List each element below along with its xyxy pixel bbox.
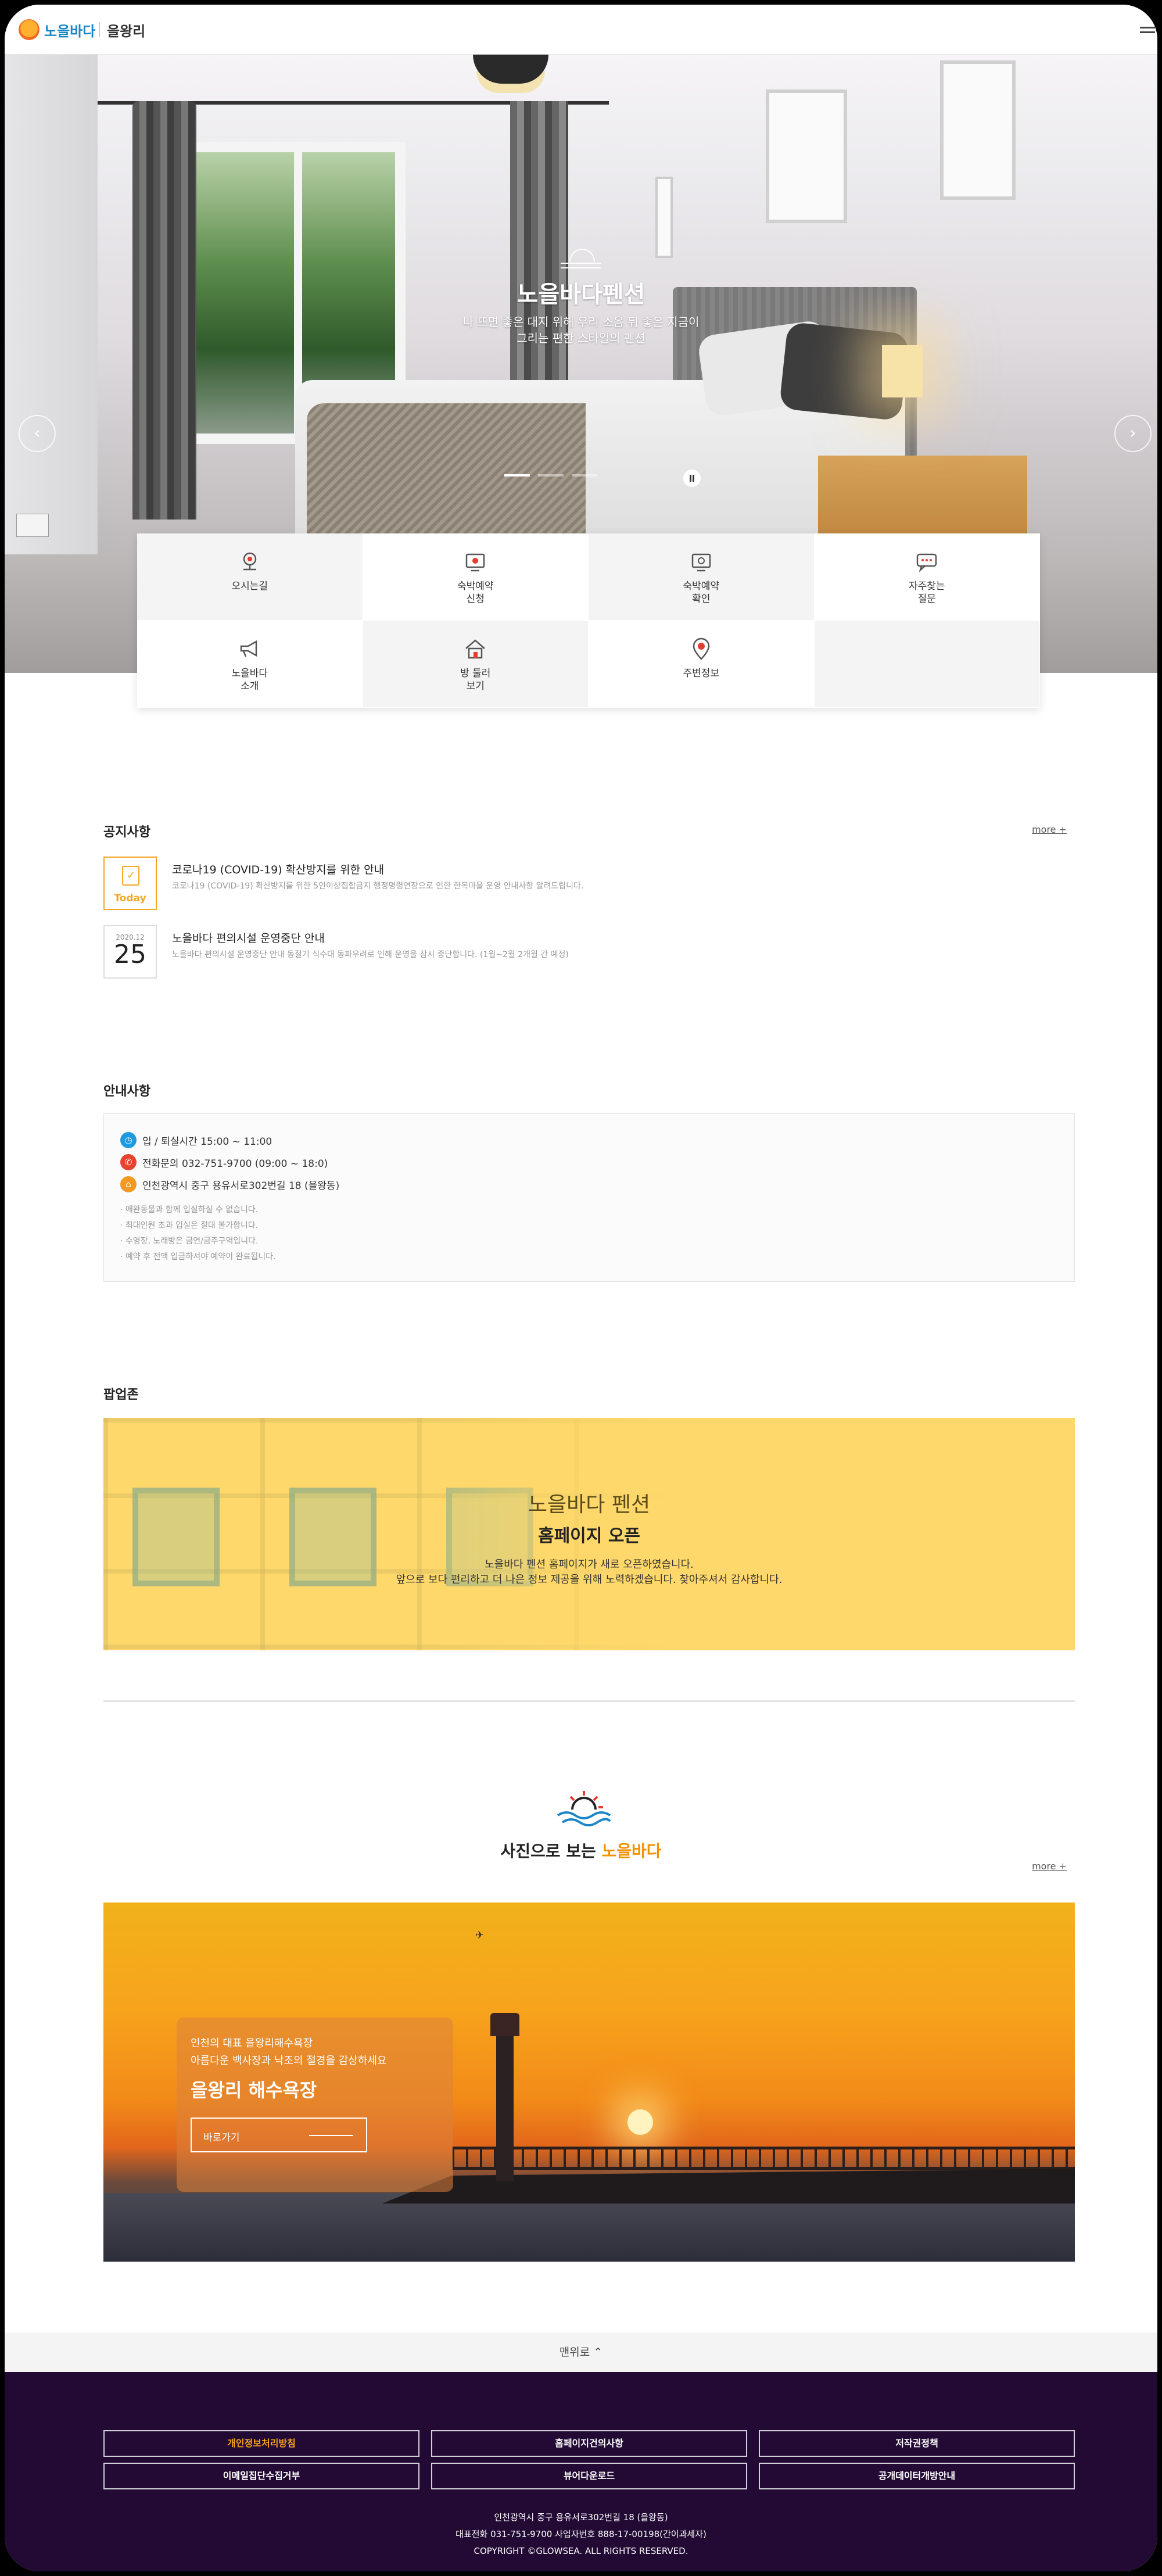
notice-item[interactable]: 2020.12 25 노을바다 편의시설 운영중단 안내 노을바다 편의시설 운…	[103, 925, 1079, 983]
logo-text: 노을바다	[44, 23, 96, 40]
popup-text: 노을바다 펜션 홈페이지 오픈 노을바다 펜션 홈페이지가 새로 오픈하였습니다…	[103, 1488, 1075, 1588]
footer-link-suggestions[interactable]: 홈페이지건의사항	[431, 2430, 747, 2457]
reservation-check-icon	[691, 553, 711, 572]
quick-menu-label: 오시는길	[231, 581, 268, 592]
footer-link-copyright[interactable]: 저작권정책	[759, 2430, 1075, 2457]
quick-menu-item-nearby[interactable]: 주변정보	[589, 621, 815, 708]
hero-subtitle: 나 뜨면 좋은 대지 위해 우리 소음 뒤 좋은 지금이 그리는 편한 스타일의…	[462, 315, 700, 345]
notices-title: 공지사항	[103, 825, 150, 840]
ceiling-lamp-graphic	[473, 55, 548, 84]
slider-next-button[interactable]: ›	[1114, 415, 1152, 452]
popup-subheading: 홈페이지 오픈	[537, 1526, 641, 1546]
quick-menu-item-directions[interactable]: 오시는길	[137, 533, 363, 621]
megaphone-icon	[240, 640, 257, 657]
page-frame: 노을바다 을왕리 노을바다펜션 나 뜨면 좋은 대지 위해 우리 소음 뒤 좋은…	[5, 5, 1157, 2571]
quick-menu-item-about[interactable]: 노을바다 소개	[137, 621, 363, 708]
slider-dot[interactable]	[504, 474, 530, 476]
quick-menu-label: 주변정보	[683, 668, 720, 679]
photo-caption-card: 인천의 대표 을왕리해수욕장 아름다운 백사장과 낙조의 절경을 감상하세요 을…	[177, 2018, 453, 2192]
notice-title[interactable]: 노을바다 편의시설 운영중단 안내	[172, 930, 325, 945]
quick-menu: 오시는길 숙박예약 신청 숙박예약 확인 자주찾는 질문 노을바다 소개 방 둘…	[137, 533, 1040, 708]
hero-caption: 노을바다펜션 나 뜨면 좋은 대지 위해 우리 소음 뒤 좋은 지금이 그리는 …	[5, 246, 1157, 346]
wall-art-graphic	[766, 89, 847, 223]
popup-zone-title: 팝업존	[103, 1388, 139, 1402]
slider-pagination	[504, 474, 597, 476]
reservation-icon	[466, 553, 485, 572]
quick-menu-item-faq[interactable]: 자주찾는 질문	[814, 533, 1040, 621]
notices-more-link[interactable]: more +	[1032, 824, 1067, 835]
popup-heading: 노을바다 펜션	[528, 1493, 651, 1517]
hamburger-menu-icon[interactable]	[1140, 27, 1155, 35]
go-button[interactable]: 바로가기	[191, 2118, 367, 2152]
table-lamp-graphic	[882, 345, 923, 397]
info-title: 안내사항	[103, 1084, 150, 1099]
quick-menu-label: 자주찾는 질문	[908, 581, 945, 605]
footer-link-open-data[interactable]: 공개데이터개방안내	[759, 2463, 1075, 2489]
notice-title[interactable]: 코로나19 (COVID-19) 확산방지를 위한 안내	[172, 861, 384, 877]
info-row: ✆ 전화문의 032-751-9700 (09:00 ~ 18:0)	[120, 1151, 1058, 1173]
section-divider	[103, 1700, 1075, 1702]
today-badge: Today	[103, 857, 157, 910]
notice-summary: 노을바다 편의시설 운영중단 안내 동절기 식수대 동파우려로 인해 운영을 잠…	[172, 950, 569, 959]
map-pin-icon	[243, 552, 256, 571]
sun-graphic	[627, 2109, 653, 2135]
notice-item[interactable]: Today 코로나19 (COVID-19) 확산방지를 위한 안내 코로나19…	[103, 857, 1079, 915]
date-badge: 2020.12 25	[103, 925, 157, 979]
location-icon: ⌂	[120, 1176, 137, 1192]
phone-icon: ✆	[120, 1154, 137, 1170]
site-footer: 개인정보처리방침 홈페이지건의사항 저작권정책 이메일집단수집거부 뷰어다운로드…	[5, 2372, 1157, 2571]
quick-menu-label: 방 둘러 보기	[460, 668, 491, 692]
sunset-photo: ✈ 인천의 대표 을왕리해수욕장 아름다운 백사장과 낙조의 절경을 감상하세요…	[103, 1903, 1075, 2262]
footer-link-email-refusal[interactable]: 이메일집단수집거부	[103, 2463, 419, 2489]
quick-menu-item-reservation[interactable]: 숙박예약 신청	[363, 533, 589, 621]
photo-section-heading: 사진으로 보는 노을바다	[500, 1841, 662, 1861]
quick-menu-item-empty	[814, 621, 1040, 708]
header-divider	[99, 22, 100, 37]
info-row: ⌂ 인천광역시 중구 용유서로302번길 18 (을왕동)	[120, 1173, 1058, 1195]
info-notes: · 애완동물과 함께 입실하실 수 없습니다. · 최대인원 초과 입실은 절대…	[120, 1205, 276, 1262]
outlet-graphic	[16, 514, 49, 537]
pier-railing-graphic	[452, 2147, 1075, 2170]
info-box: ◷ 입 / 퇴실시간 15:00 ~ 11:00 ✆ 전화문의 032-751-…	[103, 1113, 1075, 1282]
popup-body: 노을바다 펜션 홈페이지가 새로 오픈하였습니다. 앞으로 보다 편리하고 더 …	[396, 1559, 783, 1586]
quick-menu-item-reservation-check[interactable]: 숙박예약 확인	[589, 533, 815, 621]
jetty-graphic	[382, 2169, 1075, 2204]
wall-art-graphic	[655, 177, 673, 258]
clock-icon: ◷	[120, 1132, 137, 1148]
sunset-wave-logo-icon	[557, 1791, 611, 1826]
site-logo[interactable]: 노을바다	[19, 15, 95, 44]
site-header: 노을바다 을왕리	[5, 5, 1157, 55]
footer-link-viewer-download[interactable]: 뷰어다운로드	[431, 2463, 747, 2489]
quick-menu-item-rooms[interactable]: 방 둘러 보기	[363, 621, 589, 708]
popup-banner[interactable]: 노을바다 펜션 홈페이지 오픈 노을바다 펜션 홈페이지가 새로 오픈하였습니다…	[103, 1418, 1075, 1650]
info-row: ◷ 입 / 퇴실시간 15:00 ~ 11:00	[120, 1129, 1058, 1151]
calendar-check-icon	[122, 866, 139, 886]
photo-more-link[interactable]: more +	[1032, 1861, 1067, 1872]
site-name: 을왕리	[107, 23, 146, 40]
slider-prev-button[interactable]: ‹	[19, 415, 56, 452]
location-icon	[693, 637, 710, 660]
footer-link-privacy[interactable]: 개인정보처리방침	[103, 2430, 419, 2457]
back-to-top-button[interactable]: 맨위로 ⌃	[5, 2333, 1157, 2372]
photo-card-title: 을왕리 해수욕장	[191, 2079, 317, 2101]
chevron-up-icon: ⌃	[593, 2346, 603, 2359]
lighthouse-graphic	[490, 2013, 519, 2181]
quick-menu-label: 노을바다 소개	[231, 668, 268, 692]
slider-pause-button[interactable]	[683, 470, 701, 487]
sunrise-logo-icon	[561, 246, 601, 270]
notice-summary: 코로나19 (COVID-19) 확산방지를 위한 5인이상집합금지 행정명령연…	[172, 882, 584, 891]
slider-dot[interactable]	[538, 474, 564, 476]
quick-menu-label: 숙박예약 신청	[457, 581, 494, 605]
footer-address: 인천광역시 중구 용유서로302번길 18 (을왕동) 대표전화 031-751…	[456, 2512, 706, 2556]
quick-menu-label: 숙박예약 확인	[683, 581, 720, 605]
faq-chat-icon	[917, 553, 937, 572]
bird-graphic: ✈	[475, 1929, 485, 1941]
wall-art-graphic	[940, 60, 1016, 200]
sun-logo-icon	[19, 19, 40, 40]
house-icon	[465, 639, 486, 659]
slider-dot[interactable]	[572, 474, 597, 476]
hero-title: 노을바다펜션	[517, 281, 645, 308]
